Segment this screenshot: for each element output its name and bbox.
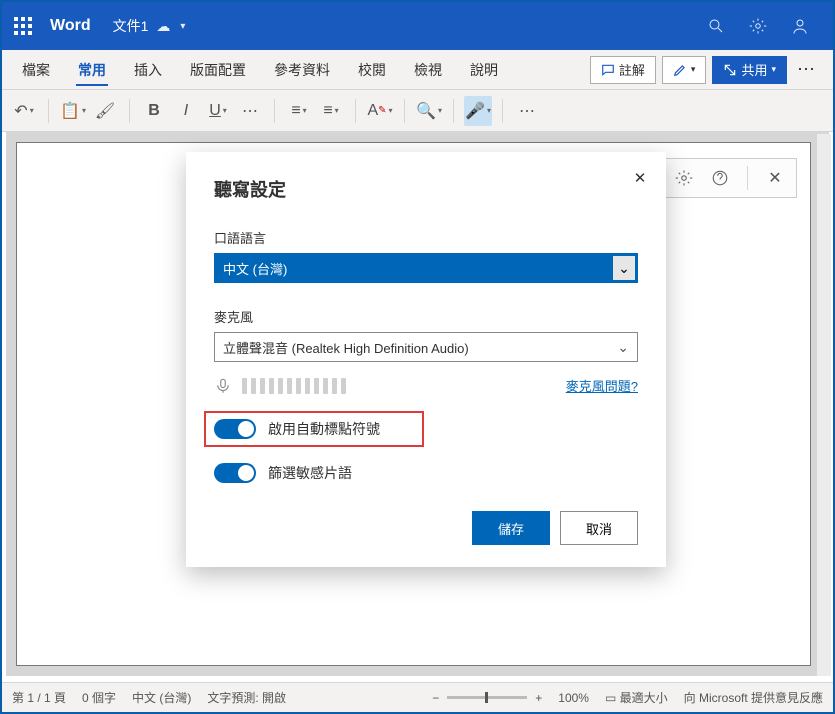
dictate-button[interactable]: 🎤 bbox=[464, 96, 492, 126]
ribbon-tabs: 檔案 常用 插入 版面配置 參考資料 校閱 檢視 說明 註解 ▾ 共用 ▾ ⋯ bbox=[2, 50, 833, 90]
profanity-filter-label: 篩選敏感片語 bbox=[268, 463, 352, 483]
share-label: 共用 bbox=[741, 60, 767, 79]
comments-label: 註解 bbox=[619, 60, 645, 79]
zoom-in-icon[interactable]: + bbox=[535, 691, 542, 705]
feedback-link[interactable]: 向 Microsoft 提供意見反應 bbox=[684, 689, 823, 706]
microphone-label: 麥克風 bbox=[214, 307, 638, 326]
apps-icon[interactable] bbox=[14, 17, 32, 35]
search-icon[interactable] bbox=[695, 2, 737, 50]
page-indicator[interactable]: 第 1 / 1 頁 bbox=[12, 689, 66, 706]
auto-punctuation-label: 啟用自動標點符號 bbox=[268, 419, 380, 439]
save-button[interactable]: 儲存 bbox=[472, 511, 550, 545]
find-button[interactable]: 🔍 bbox=[415, 96, 443, 126]
zoom-control[interactable]: − + bbox=[432, 691, 542, 705]
zoom-out-icon[interactable]: − bbox=[432, 691, 439, 705]
styles-button[interactable]: A✎ bbox=[366, 96, 394, 126]
font-more-icon[interactable]: ⋯ bbox=[236, 96, 264, 126]
dialog-title: 聽寫設定 bbox=[214, 176, 638, 202]
tab-view[interactable]: 檢視 bbox=[400, 50, 456, 90]
tab-review[interactable]: 校閱 bbox=[344, 50, 400, 90]
more-icon[interactable]: ⋯ bbox=[787, 59, 827, 80]
paste-button[interactable]: 📋 bbox=[59, 96, 87, 126]
tab-references[interactable]: 參考資料 bbox=[260, 50, 344, 90]
gear-icon[interactable] bbox=[737, 2, 779, 50]
mic-help-link[interactable]: 麥克風問題? bbox=[566, 376, 638, 395]
dictate-help-icon[interactable] bbox=[705, 163, 735, 193]
dictate-settings-icon[interactable] bbox=[669, 163, 699, 193]
mic-level-meter bbox=[242, 378, 346, 394]
language-label: 口語語言 bbox=[214, 228, 638, 247]
word-count[interactable]: 0 個字 bbox=[82, 689, 116, 706]
share-button[interactable]: 共用 ▾ bbox=[712, 56, 787, 84]
language-select[interactable]: 中文 (台灣) bbox=[214, 253, 638, 283]
dictate-close-icon[interactable]: ✕ bbox=[760, 163, 790, 193]
mic-level-icon bbox=[214, 377, 232, 395]
profanity-filter-toggle[interactable] bbox=[214, 463, 256, 483]
vertical-scrollbar[interactable] bbox=[817, 134, 831, 676]
titlebar: Word 文件1 ☁ ▾ bbox=[2, 2, 833, 50]
italic-button[interactable]: I bbox=[172, 96, 200, 126]
cloud-saved-icon: ☁ bbox=[156, 18, 170, 35]
comments-button[interactable]: 註解 bbox=[590, 56, 656, 84]
fit-width-button[interactable]: ▭ 最適大小 bbox=[605, 689, 668, 706]
bullets-button[interactable]: ≡ bbox=[285, 96, 313, 126]
ribbon-more-icon[interactable]: ⋯ bbox=[513, 96, 541, 126]
doc-name[interactable]: 文件1 bbox=[113, 16, 149, 36]
status-bar: 第 1 / 1 頁 0 個字 中文 (台灣) 文字預測: 開啟 − + 100%… bbox=[2, 682, 833, 712]
auto-punctuation-row: 啟用自動標點符號 bbox=[204, 411, 424, 447]
profanity-filter-row: 篩選敏感片語 bbox=[214, 463, 638, 483]
app-name: Word bbox=[50, 17, 91, 35]
tab-help[interactable]: 說明 bbox=[456, 50, 512, 90]
microphone-select[interactable]: 立體聲混音 (Realtek High Definition Audio) bbox=[214, 332, 638, 362]
auto-punctuation-toggle[interactable] bbox=[214, 419, 256, 439]
undo-button[interactable]: ↶ bbox=[10, 96, 38, 126]
underline-button[interactable]: U bbox=[204, 96, 232, 126]
tab-home[interactable]: 常用 bbox=[64, 50, 120, 90]
account-icon[interactable] bbox=[779, 2, 821, 50]
zoom-slider[interactable] bbox=[447, 696, 527, 699]
bold-button[interactable]: B bbox=[140, 96, 168, 126]
cancel-button[interactable]: 取消 bbox=[560, 511, 638, 545]
language-value: 中文 (台灣) bbox=[223, 259, 287, 278]
close-icon[interactable]: ✕ bbox=[628, 166, 652, 190]
zoom-percent[interactable]: 100% bbox=[558, 691, 589, 705]
microphone-value: 立體聲混音 (Realtek High Definition Audio) bbox=[223, 338, 469, 357]
text-prediction-status[interactable]: 文字預測: 開啟 bbox=[207, 689, 286, 706]
editing-mode-button[interactable]: ▾ bbox=[662, 56, 707, 84]
status-language[interactable]: 中文 (台灣) bbox=[132, 689, 191, 706]
align-button[interactable]: ≡ bbox=[317, 96, 345, 126]
tab-insert[interactable]: 插入 bbox=[120, 50, 176, 90]
tab-file[interactable]: 檔案 bbox=[8, 50, 64, 90]
chevron-down-icon[interactable]: ▾ bbox=[180, 21, 185, 32]
dictation-settings-dialog: ✕ 聽寫設定 口語語言 中文 (台灣) 麥克風 立體聲混音 (Realtek H… bbox=[186, 152, 666, 567]
format-painter-button[interactable]: 🖌 bbox=[91, 96, 119, 126]
ribbon-toolbar: ↶ 📋 🖌 B I U ⋯ ≡ ≡ A✎ 🔍 🎤 ⋯ bbox=[2, 90, 833, 132]
tab-layout[interactable]: 版面配置 bbox=[176, 50, 260, 90]
